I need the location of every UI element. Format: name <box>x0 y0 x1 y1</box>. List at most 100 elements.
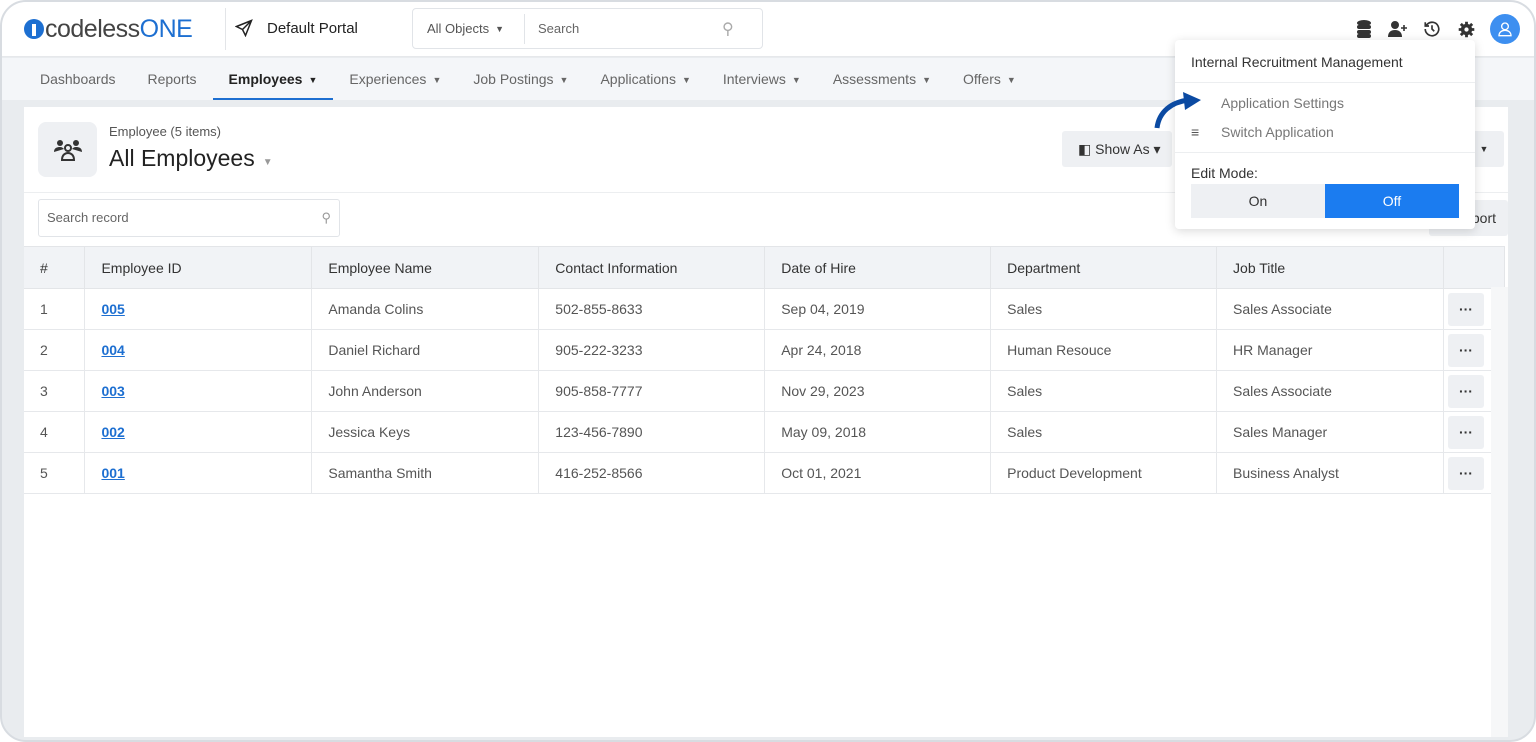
cell: Sales Associate <box>1216 288 1444 330</box>
search-icon: ⚲ <box>321 210 331 225</box>
nav-tab-experiences[interactable]: Experiences ▼ <box>333 58 457 100</box>
search-scope-select[interactable]: All Objects ▼ <box>413 13 525 44</box>
cell: Sales <box>990 288 1218 330</box>
column-header[interactable]: Date of Hire <box>764 246 992 289</box>
nav-tab-applications[interactable]: Applications ▼ <box>584 58 706 100</box>
search-icon[interactable]: ⚲ <box>722 19 762 39</box>
nav-tab-label: Experiences <box>349 71 427 87</box>
employee-id-link[interactable]: 002 <box>101 424 124 440</box>
column-header[interactable]: Employee ID <box>84 246 313 289</box>
nav-tab-label: Job Postings <box>473 71 554 87</box>
cell: John Anderson <box>311 370 540 412</box>
cell: 5 <box>24 452 86 494</box>
cell: 905-858-7777 <box>538 370 766 412</box>
database-icon[interactable] <box>1354 19 1374 39</box>
cell: Business Analyst <box>1216 452 1444 494</box>
chevron-down-icon: ▼ <box>1006 75 1016 85</box>
cell: Sep 04, 2019 <box>764 288 992 330</box>
employees-table: # Employee ID Employee Name Contact Informa… <box>24 246 1506 494</box>
column-header[interactable]: Department <box>990 246 1218 289</box>
nav-tab-label: Offers <box>963 71 1001 87</box>
app-menu-dropdown: Internal Recruitment Management Applicat… <box>1154 40 1475 229</box>
chevron-down-icon: ▼ <box>791 75 801 85</box>
employee-id-link[interactable]: 004 <box>101 342 124 358</box>
layout-icon: ◧ <box>1078 141 1096 157</box>
cell: 005 <box>84 288 313 330</box>
chevron-down-icon: ▼ <box>922 75 931 85</box>
gear-icon[interactable] <box>1456 19 1476 39</box>
view-selector[interactable]: All Employees ▼ <box>109 145 273 172</box>
logo[interactable]: codelessONE <box>24 15 193 44</box>
nav-tab-interviews[interactable]: Interviews ▼ <box>707 58 817 100</box>
column-header[interactable]: # <box>24 246 86 289</box>
table-row: 3 003 John Anderson 905-858-7777 Nov 29, 202… <box>24 370 1506 412</box>
divider <box>1175 152 1475 153</box>
hamburger-icon: ≡ <box>1191 124 1200 140</box>
cell: Amanda Colins <box>311 288 540 330</box>
nav-tab-reports[interactable]: Reports <box>132 58 213 100</box>
nav-tab-offers[interactable]: Offers ▼ <box>947 58 1032 100</box>
row-actions-button[interactable]: ··· <box>1447 456 1484 490</box>
chevron-down-icon: ▼ <box>308 75 318 85</box>
cell: Product Development <box>990 452 1218 494</box>
cell: Oct 01, 2021 <box>764 452 992 494</box>
cell: Human Resouce <box>990 329 1218 371</box>
table-row: 4 002 Jessica Keys 123-456-7890 May 09, 2018… <box>24 411 1506 453</box>
vertical-scrollbar[interactable] <box>1491 287 1508 737</box>
row-actions-button[interactable]: ··· <box>1447 374 1484 408</box>
cell: 004 <box>84 329 313 371</box>
cell: 002 <box>84 411 313 453</box>
cell: Apr 24, 2018 <box>764 329 992 371</box>
cell: 502-855-8633 <box>538 288 766 330</box>
global-search[interactable]: All Objects ▼ Search ⚲ <box>412 8 763 49</box>
row-actions-button[interactable]: ··· <box>1447 415 1484 449</box>
edit-mode-off-button[interactable]: Off <box>1325 184 1459 218</box>
nav-tab-label: Dashboards <box>40 71 116 87</box>
menu-item-application-settings[interactable]: Application Settings <box>1221 95 1344 111</box>
menu-item-switch-application[interactable]: Switch Application <box>1221 124 1334 140</box>
cell: Nov 29, 2023 <box>764 370 992 412</box>
cell: 3 <box>24 370 86 412</box>
row-actions-button[interactable]: ··· <box>1447 292 1484 326</box>
column-header[interactable]: Job Title <box>1216 246 1444 289</box>
cell: Samantha Smith <box>311 452 540 494</box>
add-user-icon[interactable] <box>1388 19 1408 39</box>
column-header[interactable]: Employee Name <box>311 246 540 289</box>
show-as-button[interactable]: ◧ Show As ▾ <box>1062 131 1172 167</box>
cell: Daniel Richard <box>311 329 540 371</box>
cell: Sales <box>990 370 1218 412</box>
nav-tab-label: Applications <box>600 71 676 87</box>
portal-selector[interactable]: Default Portal <box>235 19 358 37</box>
nav-tab-employees[interactable]: Employees ▼ <box>212 58 334 100</box>
edit-mode-on-button[interactable]: On <box>1191 184 1325 218</box>
row-actions-button[interactable]: ··· <box>1447 333 1484 367</box>
edit-mode-toggle: On Off <box>1191 184 1459 218</box>
nav-tab-assessments[interactable]: Assessments ▼ <box>817 58 947 100</box>
user-avatar[interactable] <box>1490 14 1520 44</box>
employee-id-link[interactable]: 001 <box>101 465 124 481</box>
search-record-input[interactable]: Search record ⚲ <box>38 199 340 237</box>
record-count: Employee (5 items) <box>109 124 221 139</box>
table-row: 5 001 Samantha Smith 416-252-8566 Oct 01, 20… <box>24 452 1506 494</box>
nav-tab-job-postings[interactable]: Job Postings ▼ <box>457 58 584 100</box>
portal-name: Default Portal <box>267 19 358 37</box>
cell: 1 <box>24 288 86 330</box>
column-header[interactable]: Contact Information <box>538 246 766 289</box>
view-title: All Employees <box>109 145 255 171</box>
search-record-placeholder: Search record <box>47 210 129 225</box>
app-name: Internal Recruitment Management <box>1175 40 1475 83</box>
cell: 416-252-8566 <box>538 452 766 494</box>
nav-tab-label: Assessments <box>832 71 917 87</box>
search-input[interactable]: Search <box>525 21 722 36</box>
divider <box>225 8 226 50</box>
employee-id-link[interactable]: 003 <box>101 383 124 399</box>
cell: Jessica Keys <box>311 411 540 453</box>
edit-mode-label: Edit Mode: <box>1191 165 1258 181</box>
employee-id-link[interactable]: 005 <box>101 301 124 317</box>
history-icon[interactable] <box>1422 19 1442 39</box>
cell: 4 <box>24 411 86 453</box>
cell: 001 <box>84 452 313 494</box>
cell: 2 <box>24 329 86 371</box>
nav-tab-dashboards[interactable]: Dashboards <box>24 58 132 100</box>
nav-tab-label: Employees <box>228 71 303 87</box>
